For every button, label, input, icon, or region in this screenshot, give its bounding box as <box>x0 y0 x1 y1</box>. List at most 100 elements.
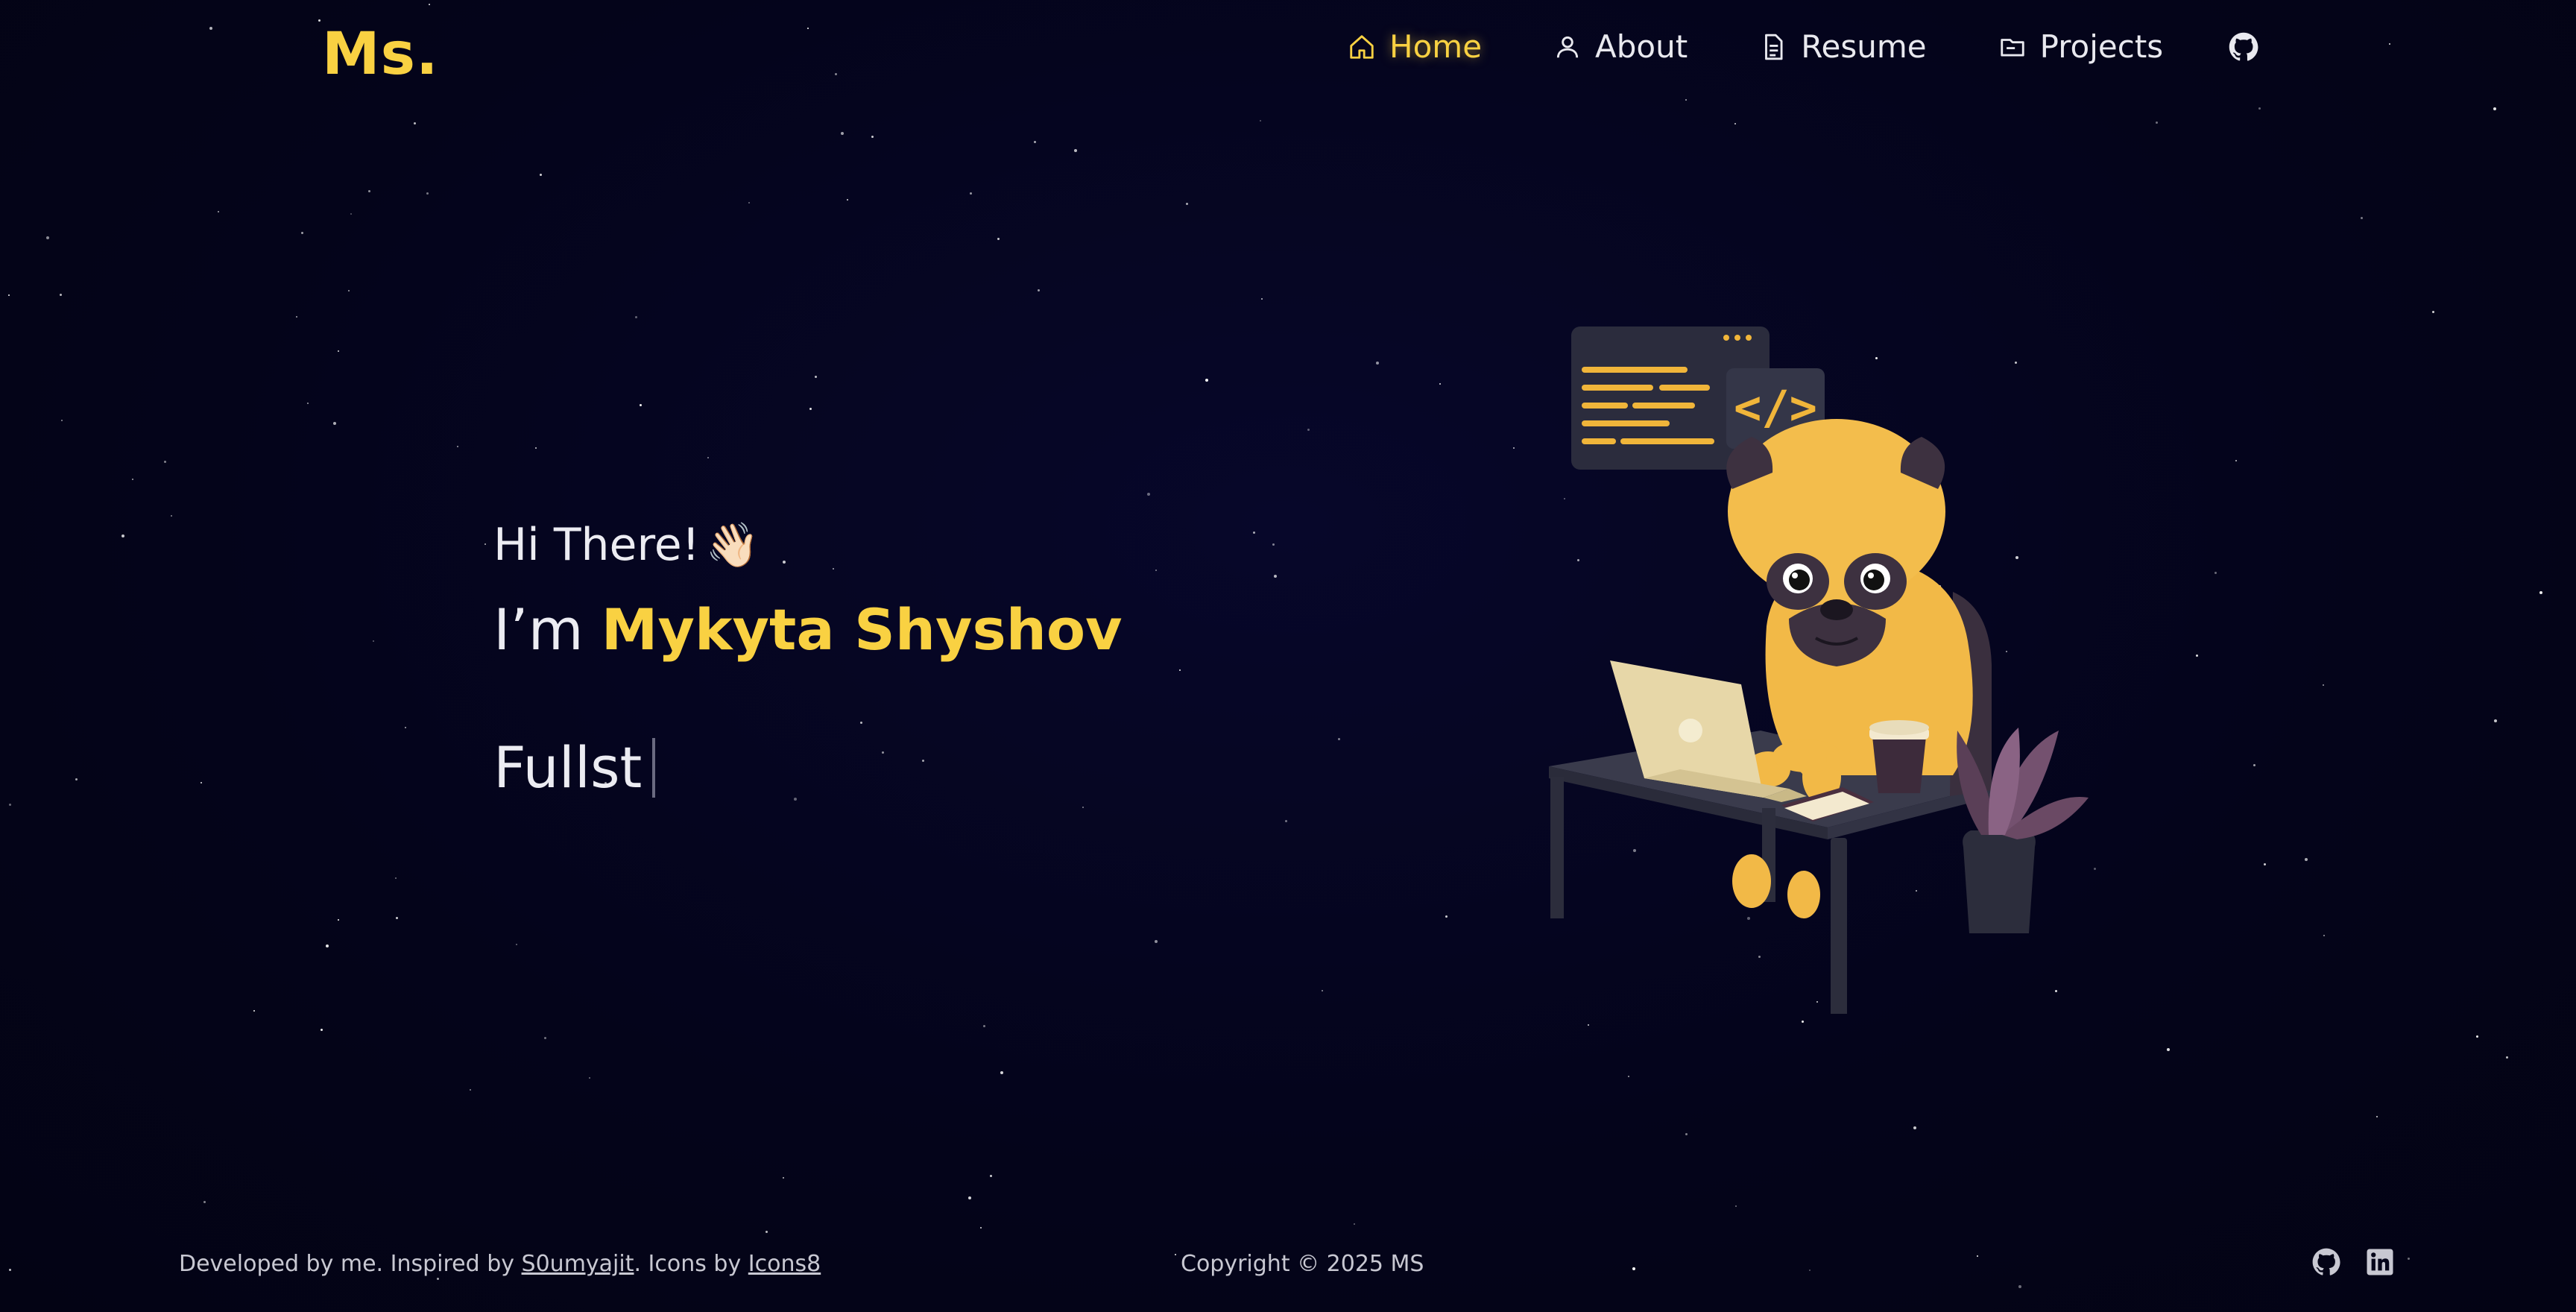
star <box>414 122 416 124</box>
star <box>1034 141 1036 143</box>
nav-item-projects[interactable]: Projects <box>1998 28 2163 65</box>
star <box>635 316 637 318</box>
star <box>589 1077 590 1079</box>
footer: Developed by me. Inspired by S0umyajit. … <box>0 1245 2576 1282</box>
star <box>516 944 517 945</box>
site-logo[interactable]: Ms. <box>322 21 439 88</box>
credit-prefix: Developed by me. Inspired by <box>179 1251 514 1277</box>
github-icon[interactable] <box>2311 1246 2342 1278</box>
star <box>640 404 642 406</box>
star <box>457 446 458 447</box>
star <box>535 447 537 449</box>
star <box>2494 719 2497 722</box>
star <box>835 73 837 75</box>
typing-cursor <box>652 737 656 798</box>
star <box>860 722 862 724</box>
nav-label-about: About <box>1595 28 1688 65</box>
star <box>540 174 542 176</box>
star <box>338 350 339 352</box>
star <box>2539 591 2542 594</box>
star <box>2506 1056 2508 1059</box>
star <box>484 543 486 545</box>
star <box>1260 120 1261 122</box>
hero-intro: I’m Mykyta Shyshov <box>493 596 1123 663</box>
star <box>1445 915 1448 918</box>
linkedin-icon[interactable] <box>2364 1246 2396 1278</box>
star <box>2305 858 2308 861</box>
star <box>2253 764 2255 766</box>
star <box>1376 362 1379 365</box>
star <box>748 202 750 204</box>
star <box>1354 1223 1355 1225</box>
star <box>794 798 797 801</box>
star <box>2214 572 2217 574</box>
star <box>1588 1024 1589 1026</box>
home-icon <box>1350 34 1374 59</box>
star <box>203 1201 206 1203</box>
star <box>1272 543 1275 546</box>
star <box>765 1231 768 1233</box>
star <box>809 408 812 410</box>
star <box>847 199 848 201</box>
star <box>373 640 374 642</box>
user-icon <box>1556 36 1579 57</box>
star <box>1261 298 1263 300</box>
icons8-link[interactable]: Icons8 <box>748 1251 821 1277</box>
nav-item-resume[interactable]: Resume <box>1759 28 1927 65</box>
star <box>338 919 339 921</box>
star <box>1628 1076 1629 1077</box>
star <box>871 136 874 138</box>
star <box>348 290 350 291</box>
star <box>2376 1116 2378 1117</box>
star <box>1439 383 1441 385</box>
star <box>997 238 1000 240</box>
star <box>1322 990 1323 991</box>
star <box>922 760 924 762</box>
star <box>2493 107 2496 110</box>
star <box>396 917 398 919</box>
star <box>1513 447 1515 449</box>
star <box>333 422 336 425</box>
star <box>2167 1048 2170 1051</box>
footer-social-links <box>2311 1246 2396 1278</box>
star <box>1155 570 1157 571</box>
star <box>1186 203 1188 205</box>
star <box>132 479 133 480</box>
star <box>2323 935 2325 936</box>
inspiration-link[interactable]: S0umyajit <box>522 1251 634 1277</box>
star <box>350 213 352 215</box>
star <box>61 420 63 421</box>
nav-item-about[interactable]: About <box>1553 28 1688 65</box>
github-icon[interactable] <box>2227 31 2260 63</box>
star <box>253 1010 255 1012</box>
star <box>209 27 212 30</box>
star <box>164 461 166 463</box>
star <box>321 1029 323 1031</box>
star <box>1274 575 1277 578</box>
star <box>429 4 430 5</box>
star <box>980 1227 982 1229</box>
star <box>75 778 78 780</box>
star <box>2476 1035 2478 1038</box>
nav-item-home[interactable]: Home <box>1348 28 1482 65</box>
star <box>2361 217 2363 219</box>
star <box>426 192 429 195</box>
star <box>783 561 786 564</box>
star <box>1155 940 1158 943</box>
main-nav: Home About Resume Projects <box>1348 28 2260 65</box>
star <box>405 727 406 728</box>
star <box>2196 655 2198 657</box>
greeting-text: Hi There! <box>493 519 700 571</box>
star <box>2264 863 2266 865</box>
icons-prefix: . Icons by <box>634 1251 742 1277</box>
star <box>1205 379 1208 382</box>
star <box>60 294 62 296</box>
star <box>171 515 172 517</box>
star <box>1802 1021 1804 1023</box>
star <box>296 316 297 318</box>
star <box>2018 1285 2021 1288</box>
star <box>882 751 884 754</box>
typed-role: Fullst <box>493 734 643 801</box>
wave-icon: 👋🏻 <box>705 519 760 570</box>
star <box>2323 684 2324 686</box>
